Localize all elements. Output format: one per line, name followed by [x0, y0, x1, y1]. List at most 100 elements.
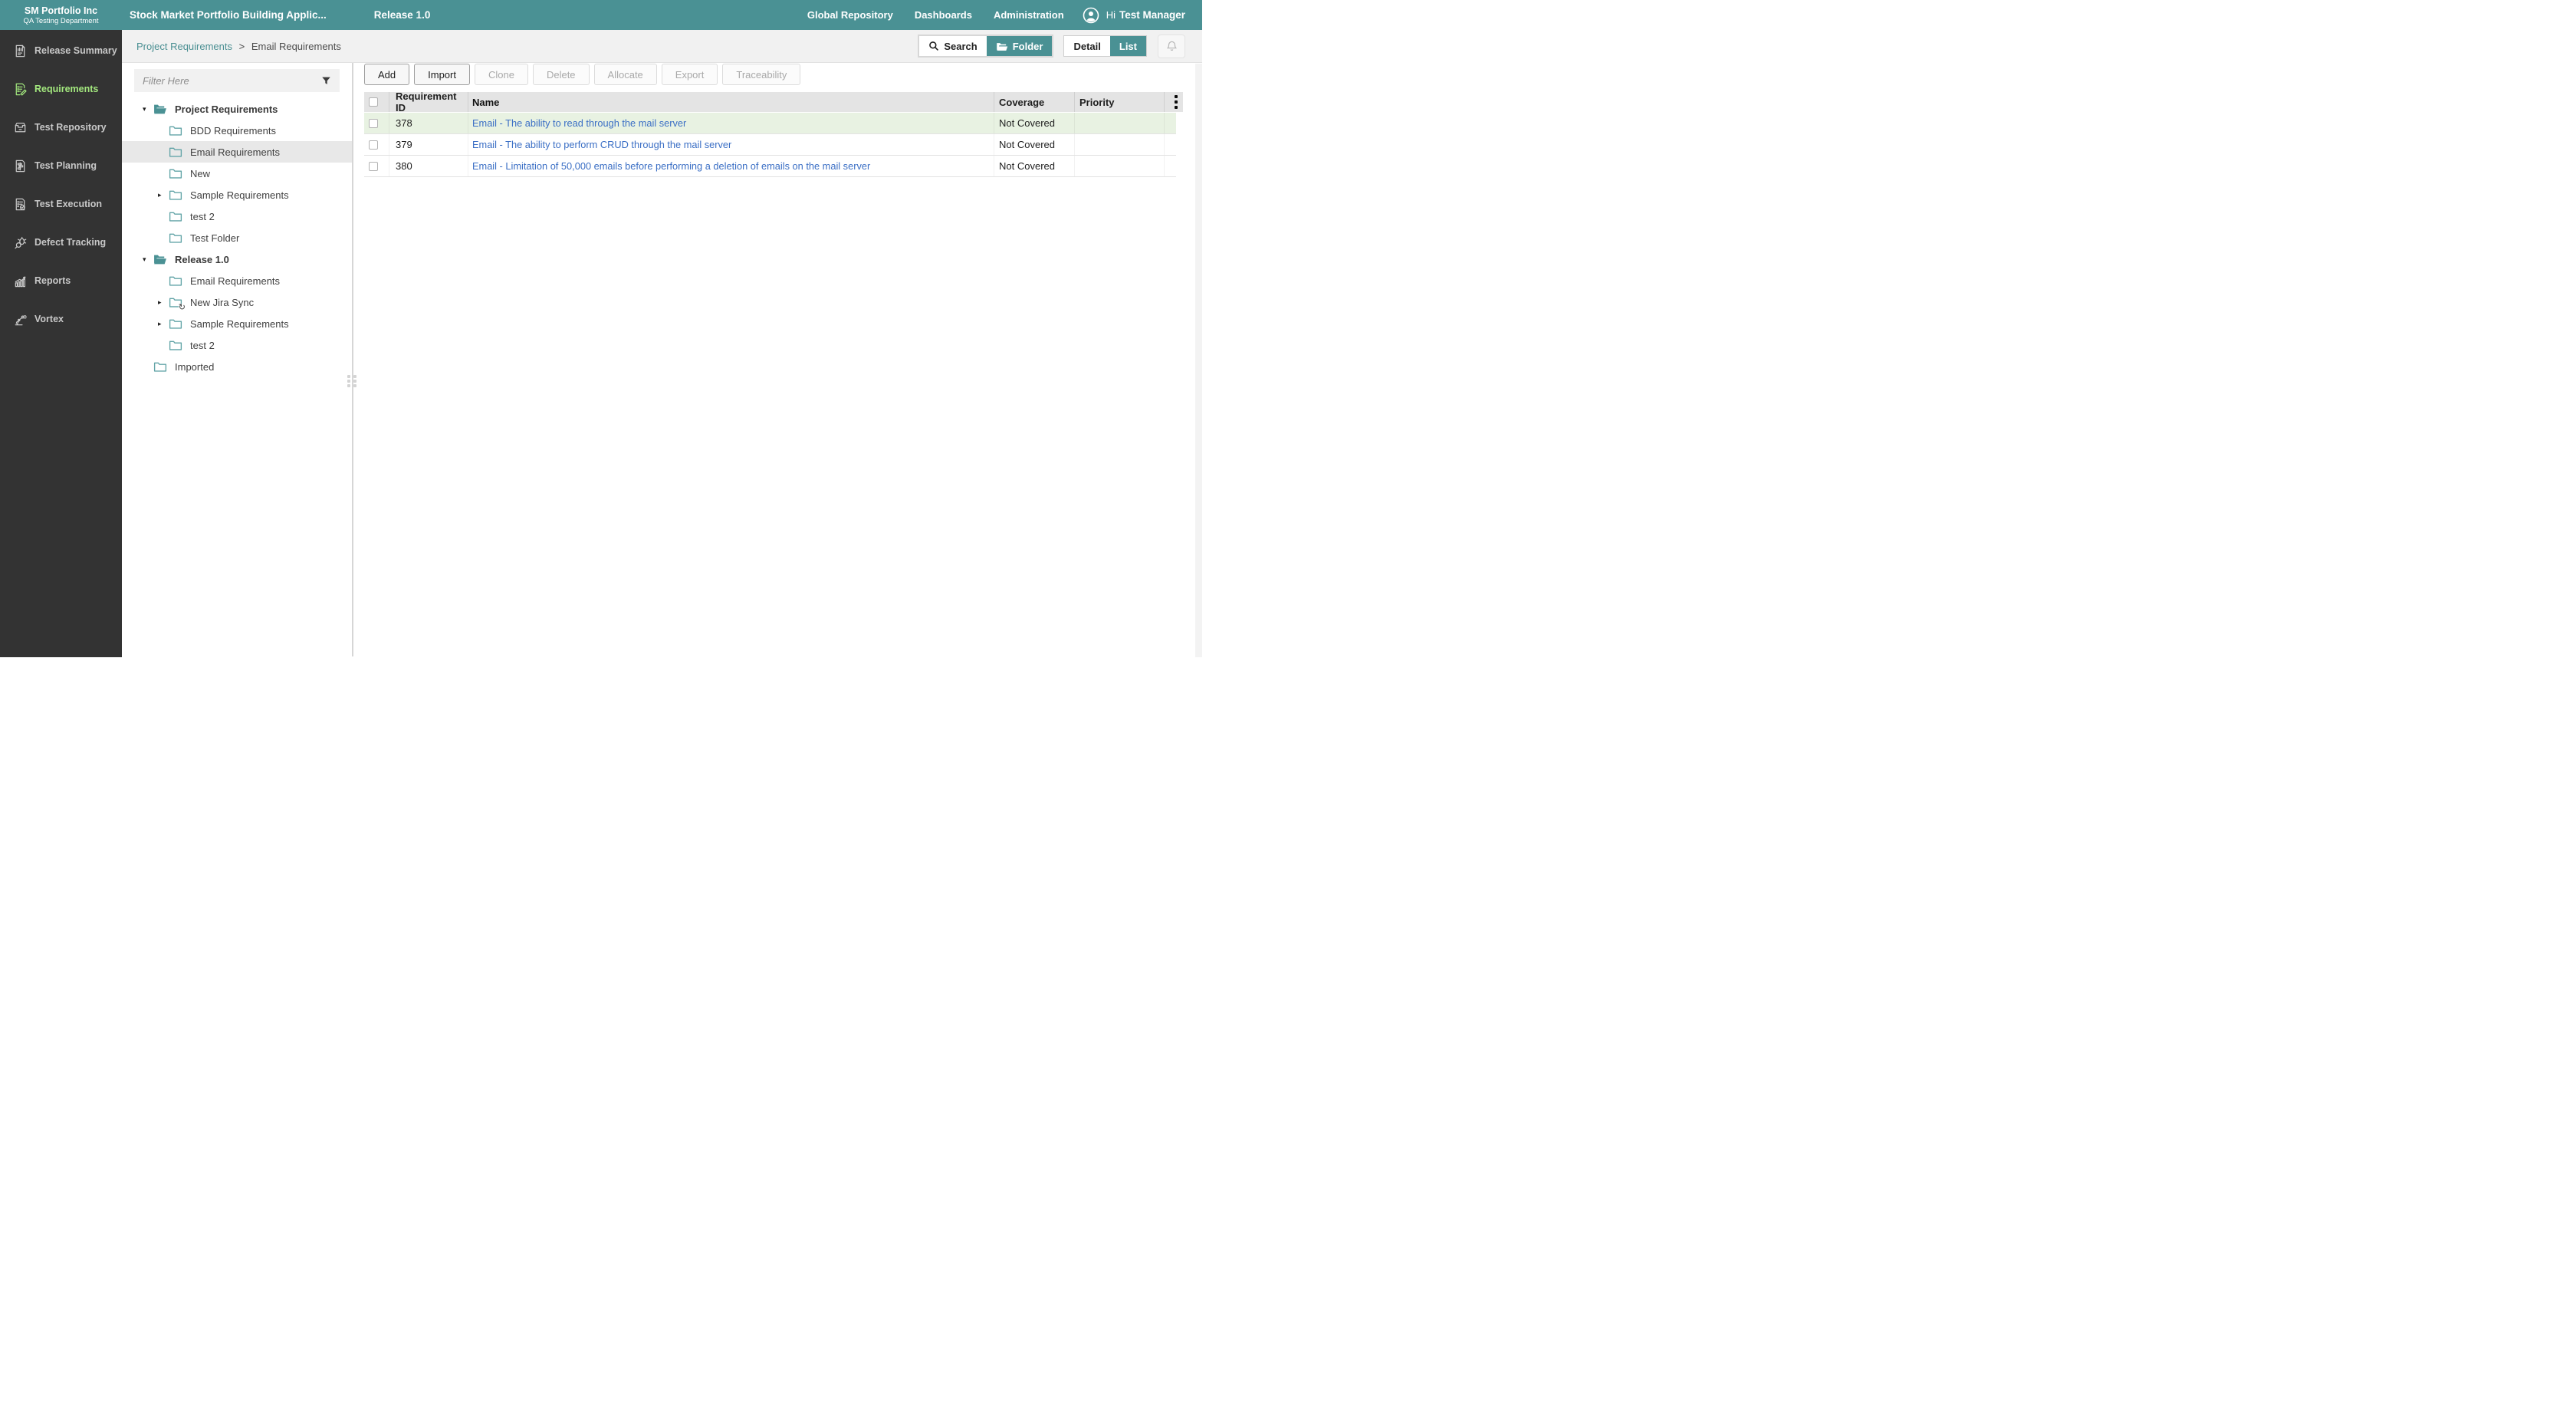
sidebar-item-label: Defect Tracking — [34, 237, 107, 248]
tree-node-email-requirements[interactable]: Email Requirements — [122, 270, 352, 291]
requirements-table: Requirement ID Name Coverage Priority 37… — [364, 92, 1183, 177]
sidebar-item-label: Test Execution — [34, 199, 102, 209]
release-summary-icon — [12, 43, 28, 58]
nav-dashboards[interactable]: Dashboards — [915, 9, 972, 21]
test-execution-icon — [12, 196, 28, 212]
priority-value — [1075, 134, 1165, 155]
sidebar-item-release-summary[interactable]: Release Summary — [0, 31, 122, 70]
tree-node-new-jira-sync[interactable]: ▸ ↻ New Jira Sync — [122, 291, 352, 313]
folder-open-icon — [153, 254, 167, 265]
row-checkbox[interactable] — [369, 140, 378, 150]
tree-node-label: New — [190, 167, 211, 179]
sidebar-item-vortex[interactable]: Vortex — [0, 300, 122, 338]
column-header-name[interactable]: Name — [468, 92, 994, 112]
column-header-requirement-id[interactable]: Requirement ID — [389, 92, 468, 112]
breadcrumb-parent[interactable]: Project Requirements — [136, 41, 232, 52]
sidebar-item-label: Test Repository — [34, 122, 107, 133]
tree-filter-box — [134, 69, 340, 92]
requirement-id: 378 — [389, 113, 468, 133]
tree-node-test-2[interactable]: test 2 — [122, 334, 352, 356]
panel-resize-handle[interactable] — [347, 375, 358, 390]
column-header-priority[interactable]: Priority — [1075, 92, 1165, 112]
breadcrumb-current: Email Requirements — [251, 40, 341, 52]
coverage-value: Not Covered — [994, 134, 1075, 155]
tree-node-sample-requirements[interactable]: ▸ Sample Requirements — [122, 313, 352, 334]
tree-expand-right-icon[interactable]: ▸ — [158, 298, 169, 307]
coverage-value: Not Covered — [994, 113, 1075, 133]
vortex-icon — [12, 311, 28, 327]
breadcrumb-bar: Project Requirements > Email Requirement… — [122, 30, 1202, 63]
folder-icon — [169, 146, 182, 158]
brand-block[interactable]: SM Portfolio Inc QA Testing Department — [0, 0, 122, 30]
detail-list-toggle: Detail List — [1063, 35, 1147, 57]
sidebar-item-defect-tracking[interactable]: Defect Tracking — [0, 223, 122, 262]
sync-icon: ↻ — [178, 302, 186, 312]
add-button[interactable]: Add — [364, 64, 410, 85]
tree-node-label: test 2 — [190, 339, 215, 351]
tree-expand-right-icon[interactable]: ▸ — [158, 191, 169, 199]
tree-expand-right-icon[interactable]: ▸ — [158, 320, 169, 328]
filter-funnel-icon[interactable] — [320, 75, 332, 87]
requirement-name-link[interactable]: Email - The ability to perform CRUD thro… — [472, 139, 731, 150]
nav-global-repository[interactable]: Global Repository — [807, 9, 893, 21]
folder-icon — [996, 42, 1007, 51]
list-toggle-button[interactable]: List — [1109, 36, 1146, 56]
sidebar-item-reports[interactable]: Reports — [0, 262, 122, 300]
nav-administration[interactable]: Administration — [994, 9, 1064, 21]
column-options-kebab-icon[interactable] — [1175, 95, 1178, 109]
tree-node-imported[interactable]: Imported — [122, 356, 352, 377]
sidebar-item-requirements[interactable]: Requirements — [0, 70, 122, 108]
folder-icon — [169, 340, 182, 351]
folder-icon — [169, 211, 182, 222]
sidebar-item-test-execution[interactable]: Test Execution — [0, 185, 122, 223]
release-selector[interactable]: Release 1.0 — [374, 9, 431, 21]
sidebar-item-test-repository[interactable]: Test Repository — [0, 108, 122, 146]
notifications-button[interactable] — [1158, 34, 1185, 58]
tree-node-release-1-0[interactable]: ▾ Release 1.0 — [122, 248, 352, 270]
test-repository-icon — [12, 120, 28, 135]
folder-toggle-label: Folder — [1012, 40, 1043, 52]
tree-node-label: Sample Requirements — [190, 317, 289, 330]
column-header-coverage[interactable]: Coverage — [994, 92, 1075, 112]
user-greeting[interactable]: Hi Test Manager — [1106, 9, 1185, 21]
tree-node-new[interactable]: New — [122, 163, 352, 184]
user-avatar-icon[interactable] — [1083, 7, 1099, 24]
sidebar-item-label: Reports — [34, 275, 71, 286]
tree-filter-input[interactable] — [143, 74, 320, 87]
tree-node-bdd-requirements[interactable]: BDD Requirements — [122, 120, 352, 141]
tree-expand-down-icon[interactable]: ▾ — [143, 105, 153, 113]
tree-node-sample-requirements[interactable]: ▸ Sample Requirements — [122, 184, 352, 206]
breadcrumb-separator: > — [238, 40, 245, 52]
defect-tracking-icon — [12, 235, 28, 250]
table-header-row: Requirement ID Name Coverage Priority — [364, 92, 1183, 112]
tree-node-project-requirements[interactable]: ▾ Project Requirements — [122, 98, 352, 120]
breadcrumb: Project Requirements > Email Requirement… — [136, 41, 341, 52]
tree-node-label: Project Requirements — [175, 103, 278, 115]
select-all-checkbox[interactable] — [369, 97, 378, 107]
folder-icon — [169, 189, 182, 201]
top-nav: Global Repository Dashboards Administrat… — [786, 7, 1202, 24]
requirement-name-link[interactable]: Email - The ability to read through the … — [472, 117, 686, 129]
test-planning-icon — [12, 158, 28, 173]
tree-node-email-requirements[interactable]: Email Requirements — [122, 141, 352, 163]
import-button[interactable]: Import — [414, 64, 470, 85]
row-checkbox[interactable] — [369, 161, 378, 171]
export-button: Export — [661, 64, 718, 85]
sidebar-item-test-planning[interactable]: Test Planning — [0, 146, 122, 185]
scrollbar-track[interactable] — [1195, 64, 1202, 657]
tree-node-test-folder[interactable]: Test Folder — [122, 227, 352, 248]
project-selector[interactable]: Stock Market Portfolio Building Applic..… — [130, 9, 327, 21]
dept-name: QA Testing Department — [23, 17, 99, 26]
row-checkbox[interactable] — [369, 118, 378, 128]
priority-value — [1075, 156, 1165, 176]
folder-open-icon — [153, 104, 167, 115]
delete-button: Delete — [532, 64, 590, 85]
folder-toggle-button[interactable]: Folder — [986, 36, 1053, 56]
requirement-name-link[interactable]: Email - Limitation of 50,000 emails befo… — [472, 160, 870, 172]
tree-node-label: Test Folder — [190, 232, 240, 244]
search-toggle-button[interactable]: Search — [919, 36, 987, 56]
tree-node-test-2[interactable]: test 2 — [122, 206, 352, 227]
detail-toggle-button[interactable]: Detail — [1064, 36, 1110, 56]
tree-expand-down-icon[interactable]: ▾ — [143, 255, 153, 264]
requirements-list-panel: Add Import Clone Delete Allocate Export Tracea… — [353, 63, 1202, 656]
